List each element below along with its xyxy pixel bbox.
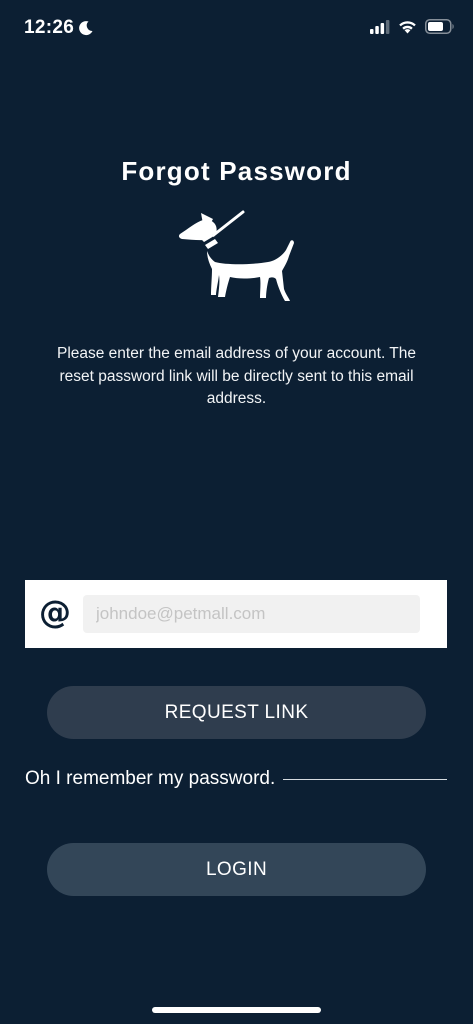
moon-icon	[79, 21, 93, 36]
cellular-signal-icon	[370, 19, 390, 34]
email-field[interactable]	[83, 595, 420, 633]
instructions-text: Please enter the email address of your a…	[56, 345, 416, 407]
login-button[interactable]: LOGIN	[47, 843, 426, 896]
status-bar: 12:26	[0, 0, 473, 58]
battery-icon	[425, 19, 454, 34]
wifi-icon	[399, 20, 416, 33]
page-title: Forgot Password	[121, 156, 352, 186]
status-time: 12:26	[24, 17, 94, 39]
home-indicator[interactable]	[152, 1007, 321, 1013]
time-label: 12:26	[24, 17, 75, 38]
email-field-panel: @	[25, 580, 447, 648]
status-icons	[370, 19, 455, 34]
request-link-button[interactable]: REQUEST LINK	[47, 686, 426, 739]
dog-icon	[178, 210, 294, 301]
divider-line	[283, 778, 447, 780]
at-sign-icon: @	[39, 593, 71, 631]
remember-password-text: Oh I remember my password.	[25, 768, 276, 789]
remember-password-row: Oh I remember my password.	[25, 766, 447, 792]
